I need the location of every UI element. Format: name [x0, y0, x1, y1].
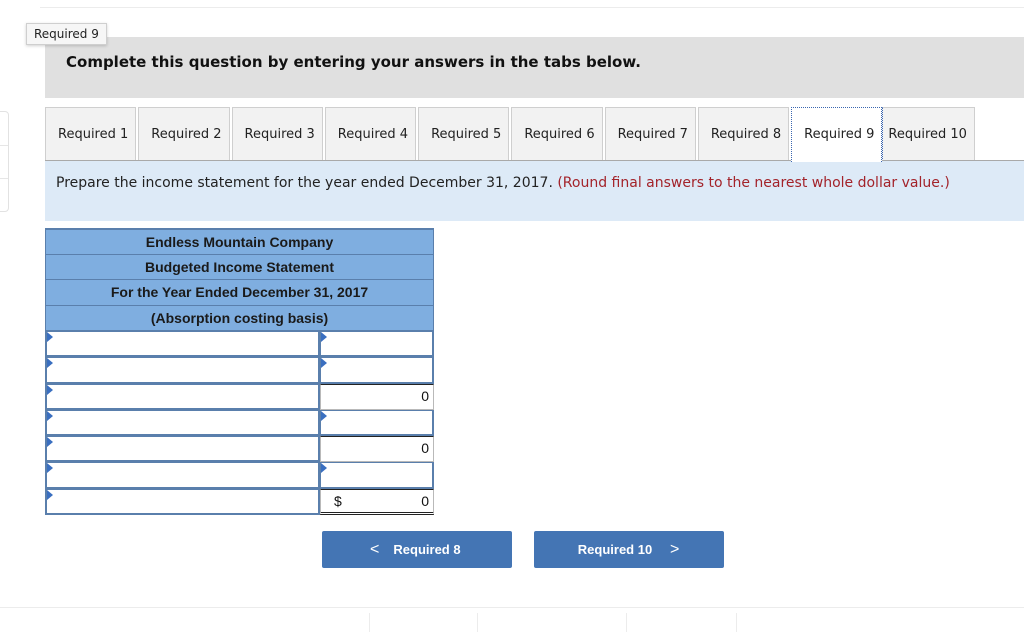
- tab-required-5[interactable]: Required 5: [418, 107, 510, 161]
- amount-value: 0: [421, 387, 429, 404]
- dropdown-flag-icon: [47, 332, 53, 342]
- line-item-dropdown[interactable]: [45, 436, 320, 463]
- table-row: 0: [45, 436, 434, 463]
- table-row: [45, 331, 434, 358]
- instruction-text: Complete this question by entering your …: [66, 53, 641, 71]
- income-statement-table: Endless Mountain Company Budgeted Income…: [45, 228, 434, 516]
- tab-required-1[interactable]: Required 1: [45, 107, 137, 161]
- dropdown-flag-icon: [47, 437, 53, 448]
- dropdown-flag-icon: [47, 463, 53, 474]
- computed-amount: 0: [320, 383, 434, 410]
- dropdown-flag-icon: [47, 410, 53, 421]
- table-row: 0: [45, 383, 434, 410]
- tab-required-8[interactable]: Required 8: [697, 107, 790, 161]
- amount-value: 0: [421, 440, 429, 457]
- line-item-dropdown[interactable]: [45, 331, 320, 358]
- prev-button-label: Required 8: [393, 542, 461, 557]
- instruction-banner: Complete this question by entering your …: [45, 37, 1024, 98]
- footer-separator: [626, 613, 627, 632]
- line-item-dropdown[interactable]: [45, 488, 320, 516]
- chevron-right-icon: >: [670, 541, 680, 558]
- rounding-hint: (Round final answers to the nearest whol…: [557, 175, 950, 191]
- table-row: [45, 409, 434, 437]
- side-panel: [0, 111, 9, 212]
- basis-header: (Absorption costing basis): [45, 304, 434, 331]
- top-divider: [40, 7, 1024, 8]
- dropdown-flag-icon: [321, 332, 327, 342]
- table-row: [45, 357, 434, 384]
- requirement-tabs: Required 1 Required 2 Required 3 Require…: [45, 107, 977, 162]
- amount-input[interactable]: [320, 462, 434, 489]
- line-item-dropdown[interactable]: [45, 462, 320, 489]
- next-button-label: Required 10: [577, 542, 653, 557]
- table-row: $0: [45, 488, 434, 516]
- dropdown-flag-icon: [321, 410, 327, 421]
- tab-required-3[interactable]: Required 3: [231, 107, 323, 161]
- line-item-dropdown[interactable]: [45, 357, 320, 384]
- dropdown-flag-icon: [47, 384, 53, 395]
- next-required-button[interactable]: Required 10 >: [534, 531, 724, 568]
- amount-input[interactable]: [320, 409, 434, 437]
- amount-input[interactable]: [320, 357, 434, 384]
- chevron-left-icon: <: [370, 541, 380, 558]
- amount-input[interactable]: [320, 331, 434, 358]
- prev-required-button[interactable]: < Required 8: [322, 531, 512, 568]
- statement-title-header: Budgeted Income Statement: [45, 253, 434, 280]
- side-panel-divider: [0, 145, 8, 146]
- tab-required-7[interactable]: Required 7: [604, 107, 696, 161]
- tab-required-2[interactable]: Required 2: [138, 107, 230, 161]
- footer-separator: [736, 613, 737, 632]
- period-header: For the Year Ended December 31, 2017: [45, 279, 434, 306]
- tab-required-6[interactable]: Required 6: [511, 107, 603, 161]
- dropdown-flag-icon: [321, 358, 327, 369]
- footer-separator: [369, 613, 370, 632]
- prompt-text: Prepare the income statement for the yea…: [56, 175, 553, 191]
- tab-required-9[interactable]: Required 9: [791, 107, 883, 162]
- total-amount: $0: [320, 488, 434, 516]
- question-part-tag: Required 9: [26, 23, 107, 45]
- table-row: [45, 462, 434, 489]
- footer-divider: [0, 607, 1024, 608]
- dropdown-flag-icon: [321, 463, 327, 474]
- dollar-sign: $: [334, 492, 342, 509]
- computed-amount: 0: [320, 436, 434, 463]
- line-item-dropdown[interactable]: [45, 409, 320, 437]
- question-prompt: Prepare the income statement for the yea…: [45, 160, 1024, 221]
- dropdown-flag-icon: [47, 358, 53, 369]
- side-panel-divider: [0, 178, 8, 179]
- tab-required-4[interactable]: Required 4: [324, 107, 417, 161]
- tab-required-10[interactable]: Required 10: [882, 107, 975, 161]
- line-item-dropdown[interactable]: [45, 383, 320, 410]
- footer-separator: [477, 613, 478, 632]
- dropdown-flag-icon: [47, 489, 53, 500]
- company-name-header: Endless Mountain Company: [45, 228, 434, 255]
- amount-value: 0: [421, 492, 429, 509]
